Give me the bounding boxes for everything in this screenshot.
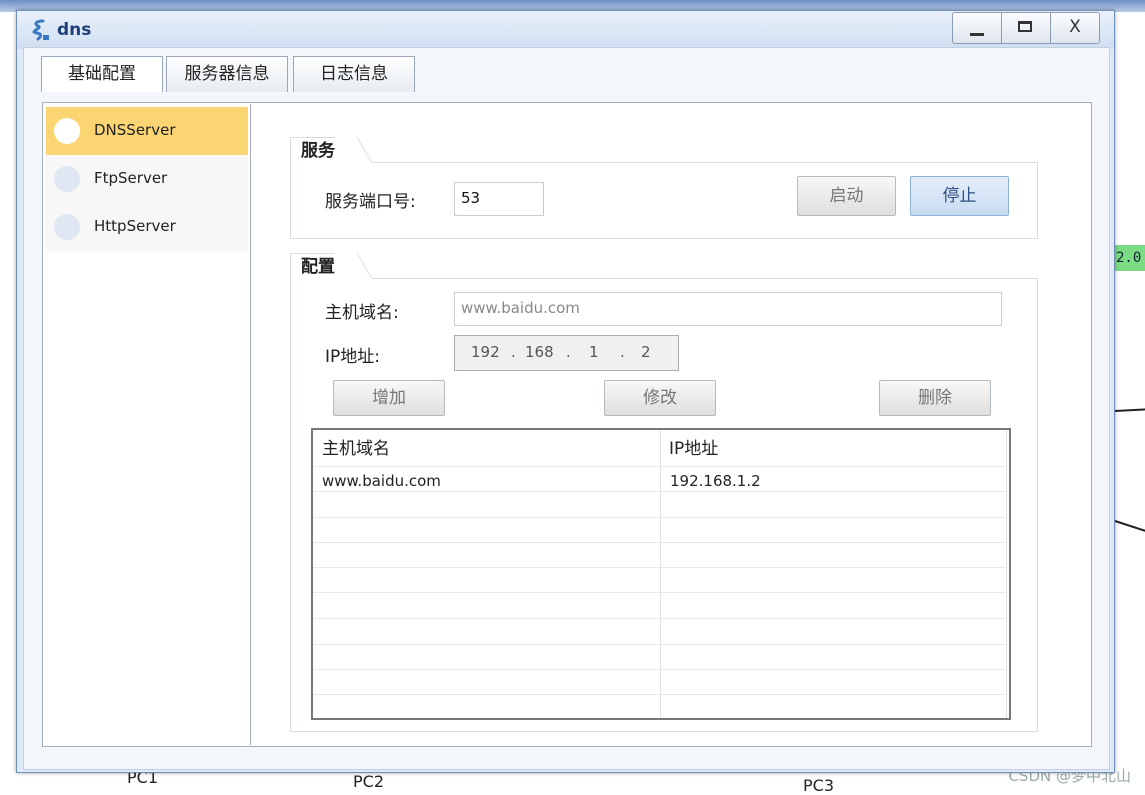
service-group-title: 服务	[290, 137, 351, 164]
minimize-button[interactable]	[953, 13, 1002, 43]
dns-record-table[interactable]: 主机域名 IP地址 www.baidu.com 192.168.1.2	[311, 428, 1011, 720]
server-list: DNSServer FtpServer HttpServer	[44, 104, 251, 745]
ip-octet-1[interactable]: 192	[471, 343, 500, 361]
server-status-icon	[54, 118, 80, 144]
minimize-icon	[970, 33, 984, 36]
background-link-line	[1114, 520, 1145, 532]
row-divider	[313, 694, 1007, 695]
ip-address-input[interactable]: 192 . 168 . 1 . 2	[454, 335, 679, 371]
column-header-domain[interactable]: 主机域名	[313, 430, 660, 464]
table-cell-ip[interactable]: 192.168.1.2	[670, 472, 761, 490]
row-divider	[313, 567, 1007, 568]
window-controls: X	[952, 12, 1100, 44]
dns-app-icon	[32, 19, 49, 41]
delete-button[interactable]: 删除	[879, 380, 991, 416]
maximize-button[interactable]	[1002, 13, 1051, 43]
server-item-label: HttpServer	[94, 217, 176, 235]
row-divider	[313, 517, 1007, 518]
column-header-ip[interactable]: IP地址	[660, 430, 1007, 464]
row-divider	[313, 491, 1007, 492]
server-status-icon	[54, 166, 80, 192]
modify-button[interactable]: 修改	[604, 380, 716, 416]
stop-button[interactable]: 停止	[910, 176, 1009, 216]
title-bar[interactable]: dns X	[17, 11, 1114, 49]
window-title: dns	[57, 20, 92, 40]
server-item-label: DNSServer	[94, 121, 176, 139]
ip-separator: .	[620, 343, 625, 361]
background-device-label: PC2	[353, 772, 384, 791]
server-item-httpserver[interactable]: HttpServer	[46, 203, 248, 251]
row-divider	[313, 644, 1007, 645]
port-input[interactable]: 53	[454, 182, 544, 216]
domain-input[interactable]: www.baidu.com	[454, 292, 1002, 326]
domain-label: 主机域名:	[325, 303, 399, 323]
row-divider	[313, 466, 1007, 467]
column-divider	[660, 430, 661, 718]
column-divider	[1006, 430, 1007, 718]
config-group-title: 配置	[290, 253, 351, 280]
start-button[interactable]: 启动	[797, 176, 896, 216]
row-divider	[313, 618, 1007, 619]
tab-server-info[interactable]: 服务器信息	[166, 56, 288, 92]
tab-log-info[interactable]: 日志信息	[293, 56, 415, 92]
row-divider	[313, 592, 1007, 593]
ip-octet-2[interactable]: 168	[525, 343, 554, 361]
background-ip-badge: 2.0	[1113, 245, 1145, 271]
table-cell-domain[interactable]: www.baidu.com	[322, 472, 441, 490]
ip-octet-3[interactable]: 1	[589, 343, 599, 361]
maximize-icon	[1018, 21, 1032, 32]
row-divider	[313, 542, 1007, 543]
ip-separator: .	[566, 343, 571, 361]
ip-separator: .	[511, 343, 516, 361]
background-link-line	[1114, 408, 1145, 412]
tab-basic-config[interactable]: 基础配置	[41, 56, 163, 92]
add-button[interactable]: 增加	[333, 380, 445, 416]
ip-octet-4[interactable]: 2	[641, 343, 651, 361]
server-status-icon	[54, 214, 80, 240]
server-item-label: FtpServer	[94, 169, 168, 187]
background-device-label: PC3	[803, 776, 834, 795]
close-button[interactable]: X	[1051, 13, 1099, 43]
server-item-ftpserver[interactable]: FtpServer	[46, 155, 248, 203]
close-icon: X	[1069, 17, 1081, 37]
server-item-dnsserver[interactable]: DNSServer	[46, 107, 248, 155]
ip-label: IP地址:	[325, 347, 380, 367]
row-divider	[313, 669, 1007, 670]
port-label: 服务端口号:	[325, 192, 416, 212]
